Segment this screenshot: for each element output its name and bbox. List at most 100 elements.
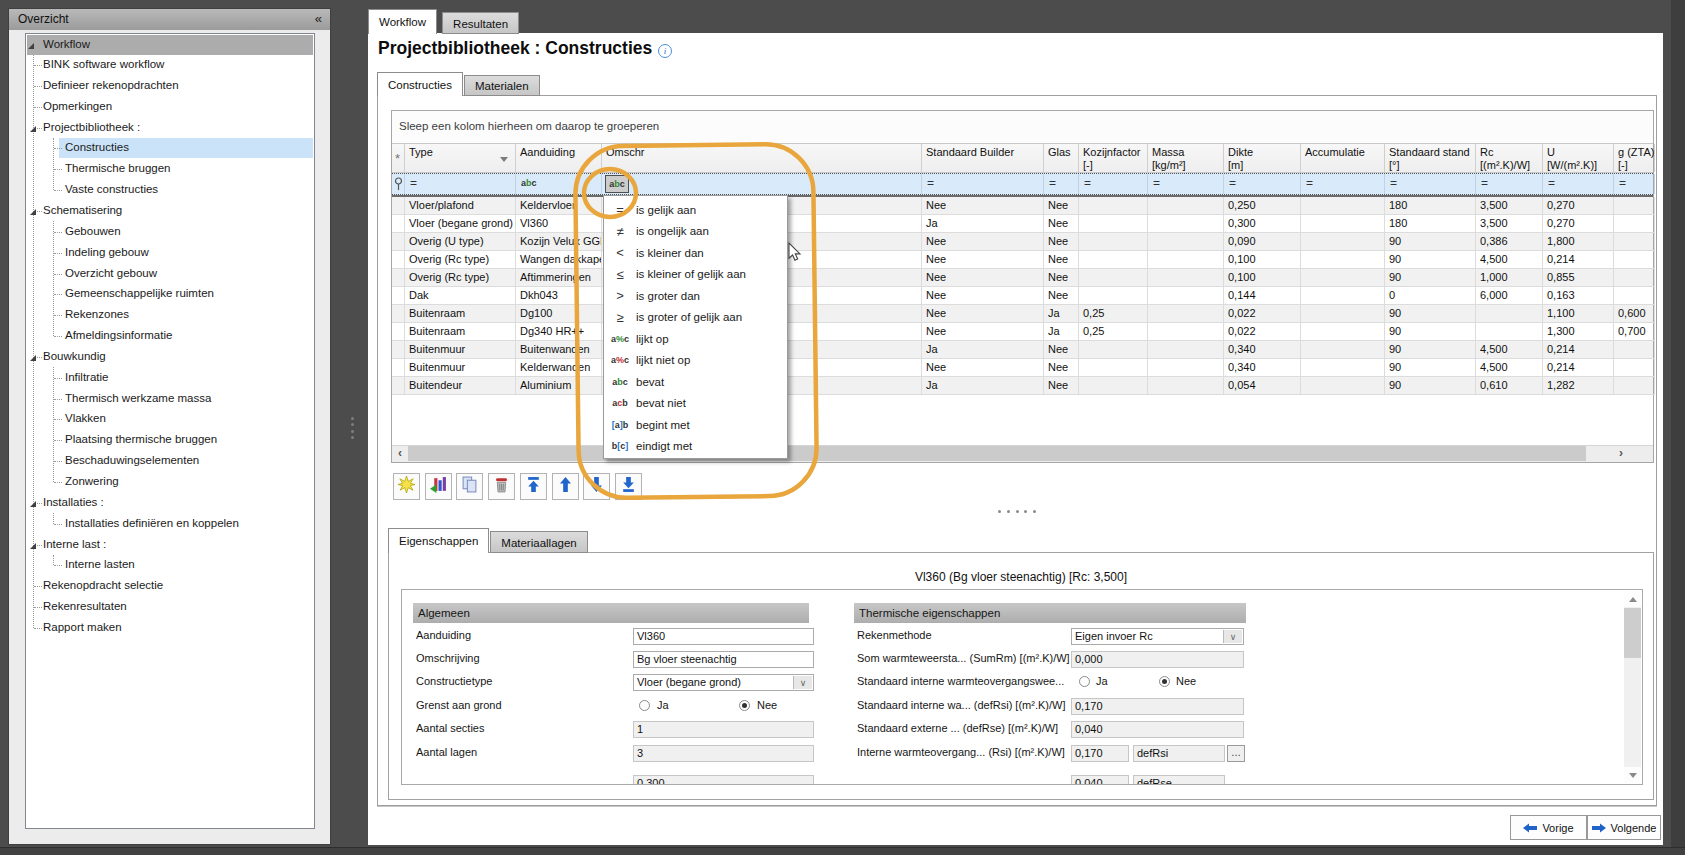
- move-up-button[interactable]: [552, 473, 579, 500]
- filter-cell-standaard-builder[interactable]: =: [922, 174, 1044, 194]
- table-row[interactable]: Overig (U type)Kozijn Velux GGLNeeNee0,0…: [392, 233, 1653, 251]
- table-row[interactable]: Overig (Rc type)AftimmeringenNeeNee0,100…: [392, 269, 1653, 287]
- field-standaard-interne-wa-defrsi-m-k-w[interactable]: 0,170: [1071, 698, 1244, 715]
- table-row[interactable]: Vloer/plafondKeldervloerNeeNee0,2501803,…: [392, 197, 1653, 215]
- group-by-bar[interactable]: Sleep een kolom hierheen om daarop te gr…: [392, 111, 1653, 143]
- tree-item-plaatsing-thermische-bruggen[interactable]: Plaatsing thermische bruggen: [27, 430, 313, 450]
- field-aanduiding[interactable]: Vl360: [633, 628, 814, 645]
- filter-cell-indicator[interactable]: [392, 174, 405, 194]
- tree-item-gemeenschappelijke-ruimten[interactable]: Gemeenschappelijke ruimten: [27, 284, 313, 304]
- filter-cell-type[interactable]: =: [405, 174, 516, 194]
- tab-materialen[interactable]: Materialen: [464, 75, 540, 96]
- tree-item-thermisch-werkzame-massa[interactable]: Thermisch werkzame massa: [27, 389, 313, 409]
- field-rekenmethode[interactable]: Eigen invoer Rc∨: [1071, 628, 1244, 645]
- tree-item-installaties[interactable]: Installaties :: [27, 493, 313, 513]
- radio-grenst-aan-grond-ja[interactable]: [639, 700, 650, 711]
- tree-item-vlakken[interactable]: Vlakken: [27, 409, 313, 429]
- scroll-up-icon[interactable]: [1624, 591, 1641, 607]
- filter-menu-item-bevat-niet[interactable]: acbbevat niet: [604, 393, 787, 415]
- tab-resultaten[interactable]: Resultaten: [442, 12, 519, 34]
- tree-item-rekenresultaten[interactable]: Rekenresultaten: [27, 597, 313, 617]
- column-header-aanduiding[interactable]: Aanduiding: [516, 144, 602, 172]
- column-header-omschr[interactable]: Omschr: [602, 144, 922, 172]
- tree-expand-icon[interactable]: [30, 355, 36, 361]
- tab-constructies[interactable]: Constructies: [377, 72, 463, 96]
- column-header-g-zta[interactable]: g (ZTA) [-]: [1614, 144, 1655, 172]
- dropdown-chevron-icon[interactable]: ∨: [793, 676, 812, 689]
- table-row[interactable]: Overig (Rc type)Wangen dakkapelNeeNee0,1…: [392, 251, 1653, 269]
- radio-standaard-interne-warmteovergangswee-nee[interactable]: [1159, 676, 1170, 687]
- tree-item-interne-lasten[interactable]: Interne lasten: [27, 555, 313, 575]
- dropdown-chevron-icon[interactable]: ∨: [1223, 630, 1242, 643]
- column-header-glas[interactable]: Glas: [1044, 144, 1079, 172]
- filter-cell-massa-kg-m[interactable]: =: [1148, 174, 1224, 194]
- tree-item-bouwkundig[interactable]: Bouwkundig: [27, 347, 313, 367]
- tab-workflow[interactable]: Workflow: [368, 9, 437, 34]
- tree-item-workflow[interactable]: Workflow: [27, 35, 313, 55]
- filter-menu-item-is-gelijk-aan[interactable]: =is gelijk aan: [604, 199, 787, 221]
- filter-cell-rc-m-k-w[interactable]: =: [1476, 174, 1543, 194]
- tab-materiaallagen[interactable]: Materiaallagen: [490, 531, 587, 553]
- scroll-left-icon[interactable]: ‹: [392, 446, 408, 461]
- column-header-standaard-stand[interactable]: Standaard stand [°]: [1385, 144, 1476, 172]
- field-aantal-lagen[interactable]: 3: [633, 745, 814, 762]
- filter-cell-u-w-m-k[interactable]: =: [1543, 174, 1614, 194]
- column-header-u-w-m-k[interactable]: U [W/(m².K)]: [1543, 144, 1614, 172]
- filter-menu-item-is-ongelijk-aan[interactable]: ≠is ongelijk aan: [604, 221, 787, 243]
- tree-item-zonwering[interactable]: Zonwering: [27, 472, 313, 492]
- tree-item-rekenzones[interactable]: Rekenzones: [27, 305, 313, 325]
- tree-item-gebouwen[interactable]: Gebouwen: [27, 222, 313, 242]
- table-row[interactable]: BuitenraamDg340 HR++NeeJa0,250,022901,30…: [392, 323, 1653, 341]
- filter-menu-item-eindigt-met[interactable]: b[c]eindigt met: [604, 436, 787, 458]
- tab-eigenschappen[interactable]: Eigenschappen: [388, 528, 489, 553]
- filter-cell-kozijnfactor[interactable]: =: [1079, 174, 1148, 194]
- tree-expand-icon[interactable]: [30, 209, 36, 215]
- tree-item-rekenopdracht-selectie[interactable]: Rekenopdracht selectie: [27, 576, 313, 596]
- scrollbar-thumb[interactable]: [1624, 608, 1641, 658]
- tree-item-schematisering[interactable]: Schematisering: [27, 201, 313, 221]
- tree-item-afmeldingsinformatie[interactable]: Afmeldingsinformatie: [27, 326, 313, 346]
- tree-item-rapport-maken[interactable]: Rapport maken: [27, 618, 313, 638]
- filter-menu-item-lijkt-niet-op[interactable]: a%clijkt niet op: [604, 350, 787, 372]
- move-last-button[interactable]: [615, 473, 642, 500]
- table-row[interactable]: BuitenmuurKelderwandenNeeNee0,340904,500…: [392, 359, 1653, 377]
- tree-item-vaste-constructies[interactable]: Vaste constructies: [27, 180, 313, 200]
- vertical-splitter[interactable]: [351, 417, 355, 439]
- move-down-button[interactable]: [583, 473, 610, 500]
- filter-menu-item-begint-met[interactable]: [a]bbegint met: [604, 414, 787, 436]
- import-from-library-button[interactable]: [425, 473, 452, 500]
- filter-menu-item-bevat[interactable]: abcbevat: [604, 371, 787, 393]
- filter-cell-dikte-m[interactable]: =: [1224, 174, 1301, 194]
- tree-item-constructies[interactable]: Constructies: [27, 138, 313, 158]
- tree-item-infiltratie[interactable]: Infiltratie: [27, 368, 313, 388]
- column-header-dikte-m[interactable]: Dikte [m]: [1224, 144, 1301, 172]
- tree-expand-icon[interactable]: [28, 43, 34, 49]
- tree-item-opmerkingen[interactable]: Opmerkingen: [27, 97, 313, 117]
- radio-grenst-aan-grond-nee[interactable]: [739, 700, 750, 711]
- table-row[interactable]: BuitendeurAluminiumJaNee0,054900,6101,28…: [392, 377, 1653, 395]
- filter-menu-item-is-groter-of-gelijk-aan[interactable]: ≥is groter of gelijk aan: [604, 307, 787, 329]
- add-button[interactable]: [393, 473, 420, 500]
- filter-cell-accumulatie[interactable]: =: [1301, 174, 1385, 194]
- radio-standaard-interne-warmteovergangswee-ja[interactable]: [1079, 676, 1090, 687]
- move-first-button[interactable]: [520, 473, 547, 500]
- filter-menu-item-is-groter-dan[interactable]: >is groter dan: [604, 285, 787, 307]
- tree-item-thermische-bruggen[interactable]: Thermische bruggen: [27, 159, 313, 179]
- column-header-type[interactable]: Type: [405, 144, 516, 172]
- tree-expand-icon[interactable]: [30, 501, 36, 507]
- table-row[interactable]: BuitenraamDg100NeeJa0,250,022901,1000,60…: [392, 305, 1653, 323]
- field-value[interactable]: 0,040: [1071, 775, 1129, 786]
- tree-item-interne-last[interactable]: Interne last :: [27, 535, 313, 555]
- column-header-accumulatie[interactable]: Accumulatie: [1301, 144, 1385, 172]
- tree-item-installaties-defini-ren-en-koppelen[interactable]: Installaties definiëren en koppelen: [27, 514, 313, 534]
- tree-expand-icon[interactable]: [30, 126, 36, 132]
- vertical-scrollbar[interactable]: [1624, 591, 1641, 783]
- filter-cell-aanduiding[interactable]: abc: [516, 174, 602, 194]
- field-standaard-externe-defrse-m-k-w[interactable]: 0,040: [1071, 721, 1244, 738]
- field-som-warmteweersta-sumrm-m-k-w[interactable]: 0,000: [1071, 651, 1244, 668]
- horizontal-splitter[interactable]: [998, 510, 1036, 514]
- filter-cell-omschr[interactable]: abc: [602, 174, 922, 194]
- previous-button[interactable]: Vorige: [1510, 815, 1587, 840]
- filter-menu-item-is-kleiner-of-gelijk-aan[interactable]: ≤is kleiner of gelijk aan: [604, 264, 787, 286]
- field-ref[interactable]: defRse: [1133, 775, 1225, 786]
